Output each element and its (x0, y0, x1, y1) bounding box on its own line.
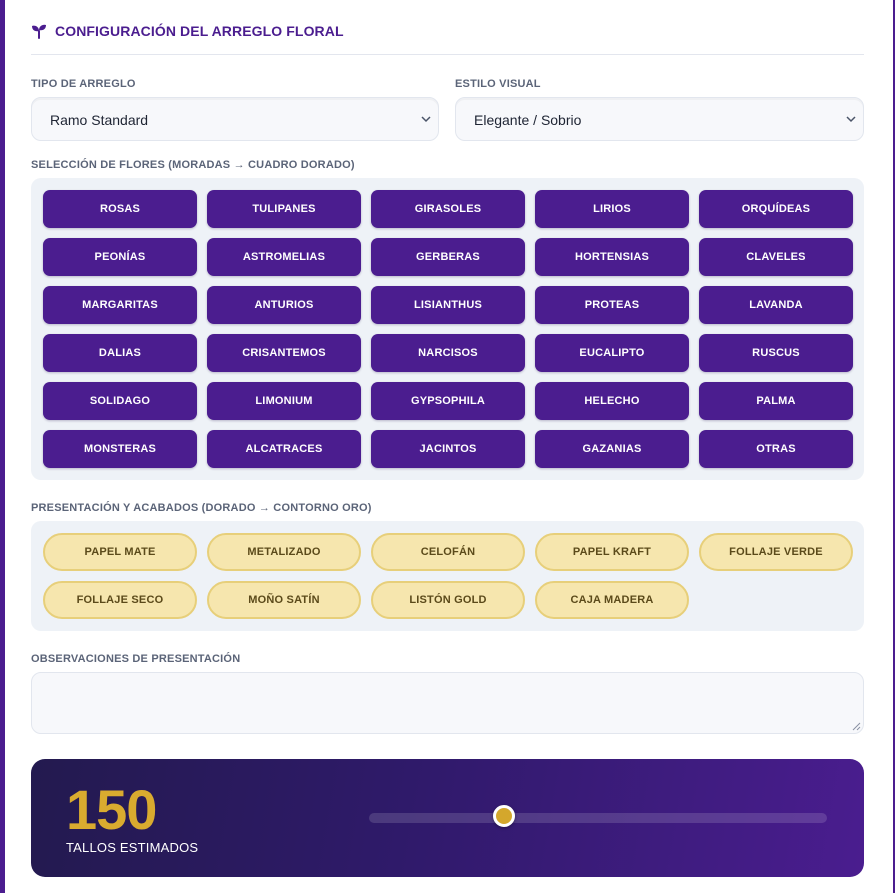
flower-option-button[interactable]: PALMA (699, 382, 853, 420)
flower-option-button[interactable]: LIRIOS (535, 190, 689, 228)
presentation-option-button[interactable]: FOLLAJE VERDE (699, 533, 853, 571)
flower-option-button[interactable]: ASTROMELIAS (207, 238, 361, 276)
flower-option-button[interactable]: MARGARITAS (43, 286, 197, 324)
flower-option-button[interactable]: SOLIDAGO (43, 382, 197, 420)
presentation-option-button[interactable]: CAJA MADERA (535, 581, 689, 619)
flower-option-button[interactable]: GERBERAS (371, 238, 525, 276)
flower-selection-panel: ROSAS TULIPANES GIRASOLES LIRIOS ORQUÍDEAS PE… (31, 178, 864, 480)
presentation-option-button[interactable]: CELOFÁN (371, 533, 525, 571)
flower-option-button[interactable]: LAVANDA (699, 286, 853, 324)
arrangement-type-select[interactable]: Ramo Standard (31, 97, 439, 141)
stems-slider-thumb[interactable] (493, 805, 515, 827)
stems-slider-track[interactable] (369, 813, 827, 823)
chevron-down-icon (846, 116, 856, 123)
stems-estimate-panel: 150 TALLOS ESTIMADOS (31, 759, 864, 877)
presentation-panel: PAPEL MATE METALIZADO CELOFÁN PAPEL KRAFT FO… (31, 521, 864, 631)
presentation-option-button[interactable]: LISTÓN GOLD (371, 581, 525, 619)
flower-option-button[interactable]: DALIAS (43, 334, 197, 372)
flower-option-button[interactable]: CLAVELES (699, 238, 853, 276)
arrangement-type-value: Ramo Standard (50, 112, 149, 128)
flower-option-button[interactable]: MONSTERAS (43, 430, 197, 468)
resize-grip-icon[interactable] (852, 722, 861, 731)
page-title: CONFIGURACIÓN DEL ARREGLO FLORAL (55, 23, 344, 39)
visual-style-value: Elegante / Sobrio (474, 112, 582, 128)
flower-option-button[interactable]: RUSCUS (699, 334, 853, 372)
chevron-down-icon (421, 116, 431, 123)
flower-option-button[interactable]: HORTENSIAS (535, 238, 689, 276)
flowers-label: SELECCIÓN DE FLORES (MORADAS → CUADRO DO… (31, 159, 355, 171)
flower-option-button[interactable]: GIRASOLES (371, 190, 525, 228)
flower-option-button[interactable]: NARCISOS (371, 334, 525, 372)
presentation-label: PRESENTACIÓN Y ACABADOS (DORADO → CONTOR… (31, 502, 372, 514)
flower-option-button[interactable]: EUCALIPTO (535, 334, 689, 372)
app-frame: CONFIGURACIÓN DEL ARREGLO FLORAL TIPO DE… (0, 0, 895, 893)
observations-textarea[interactable] (31, 672, 864, 734)
section-header: CONFIGURACIÓN DEL ARREGLO FLORAL (31, 18, 864, 55)
flower-option-button[interactable]: ROSAS (43, 190, 197, 228)
stems-count: 150 (66, 778, 157, 841)
presentation-option-button[interactable]: PAPEL MATE (43, 533, 197, 571)
arrangement-type-label: TIPO DE ARREGLO (31, 78, 136, 90)
flower-option-button[interactable]: HELECHO (535, 382, 689, 420)
flower-option-button[interactable]: CRISANTEMOS (207, 334, 361, 372)
config-card: CONFIGURACIÓN DEL ARREGLO FLORAL TIPO DE… (5, 0, 893, 893)
stems-label: TALLOS ESTIMADOS (66, 840, 199, 855)
flower-option-button[interactable]: TULIPANES (207, 190, 361, 228)
flower-option-button[interactable]: OTRAS (699, 430, 853, 468)
presentation-option-button[interactable]: METALIZADO (207, 533, 361, 571)
flower-option-button[interactable]: PEONÍAS (43, 238, 197, 276)
observations-label: OBSERVACIONES DE PRESENTACIÓN (31, 653, 241, 665)
visual-style-label: ESTILO VISUAL (455, 78, 541, 90)
sprout-icon (32, 24, 46, 39)
flower-option-button[interactable]: PROTEAS (535, 286, 689, 324)
flower-option-button[interactable]: ORQUÍDEAS (699, 190, 853, 228)
flower-option-button[interactable]: GAZANIAS (535, 430, 689, 468)
flower-option-button[interactable]: ALCATRACES (207, 430, 361, 468)
flower-option-button[interactable]: GYPSOPHILA (371, 382, 525, 420)
flower-option-button[interactable]: ANTURIOS (207, 286, 361, 324)
flower-option-button[interactable]: LISIANTHUS (371, 286, 525, 324)
flower-option-button[interactable]: JACINTOS (371, 430, 525, 468)
flower-option-button[interactable]: LIMONIUM (207, 382, 361, 420)
visual-style-select[interactable]: Elegante / Sobrio (455, 97, 864, 141)
presentation-option-button[interactable]: PAPEL KRAFT (535, 533, 689, 571)
presentation-option-button[interactable]: FOLLAJE SECO (43, 581, 197, 619)
presentation-option-button[interactable]: MOÑO SATÍN (207, 581, 361, 619)
